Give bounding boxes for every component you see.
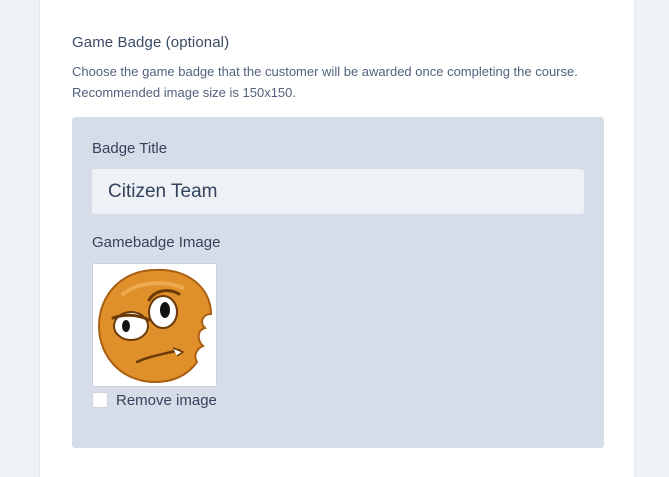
badge-panel: Badge Title Gamebadge Image — [72, 117, 604, 448]
badge-title-label: Badge Title — [92, 140, 168, 157]
section-description: Choose the game badge that the customer … — [72, 64, 578, 100]
remove-image-row[interactable]: Remove image — [92, 391, 217, 409]
section-title: Game Badge (optional) — [72, 34, 230, 51]
settings-card: Game Badge (optional) Choose the game ba… — [39, 0, 635, 477]
badge-title-input[interactable] — [92, 169, 584, 214]
gamebadge-image-label: Gamebadge Image — [92, 234, 221, 251]
orange-cookie-face-icon — [97, 268, 213, 384]
remove-image-checkbox[interactable] — [92, 392, 108, 408]
remove-image-label[interactable]: Remove image — [116, 392, 217, 409]
gamebadge-image-preview[interactable] — [92, 263, 217, 387]
